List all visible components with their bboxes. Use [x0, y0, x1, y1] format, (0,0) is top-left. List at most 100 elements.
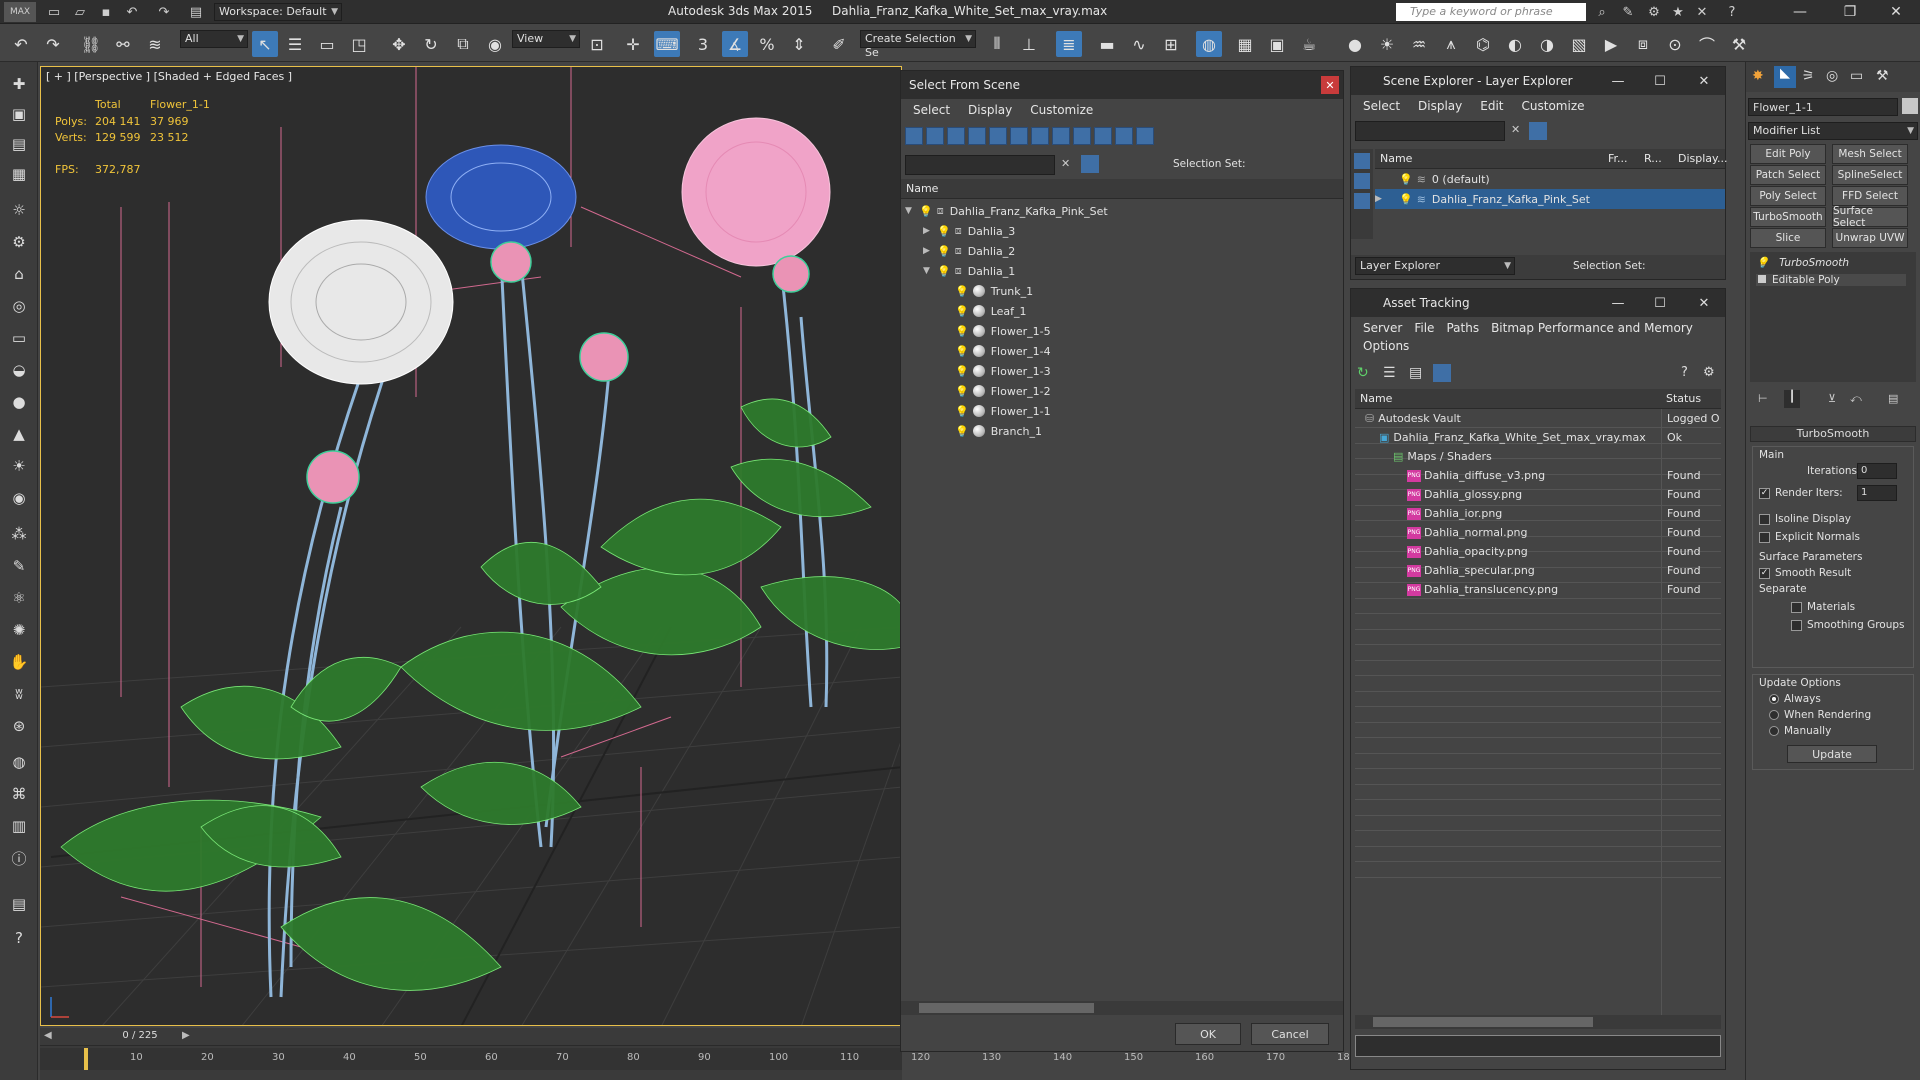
light-bulb-icon[interactable]: 💡: [1399, 193, 1413, 206]
vray-cam-icon[interactable]: ⊙: [1662, 31, 1688, 57]
pivot-icon[interactable]: ⊡: [584, 31, 610, 57]
sun-icon[interactable]: ☀: [6, 454, 32, 478]
move-icon[interactable]: ✥: [386, 31, 412, 57]
scene-tree-row[interactable]: ▶ 💡 ⧈ Dahlia_2: [923, 241, 1325, 261]
se-object-icon[interactable]: [1354, 193, 1370, 209]
angle-snap-icon[interactable]: ∡: [722, 31, 748, 57]
explicit-normals-checkbox[interactable]: Explicit Normals: [1759, 531, 1860, 543]
reference-coord-select[interactable]: View ▼: [512, 30, 580, 48]
modify-tab-icon[interactable]: ◣: [1774, 66, 1796, 88]
at-menu-paths[interactable]: Paths: [1446, 321, 1479, 335]
light-bulb-icon[interactable]: 💡: [1756, 257, 1769, 269]
time-next-icon[interactable]: ▶: [182, 1030, 190, 1041]
filter-helper-icon[interactable]: [989, 127, 1007, 145]
network-icon[interactable]: ⚛: [6, 586, 32, 610]
modifier-stack[interactable]: 💡 TurboSmooth Editable Poly: [1750, 252, 1916, 382]
se-menu-customize[interactable]: Customize: [1522, 99, 1585, 113]
info-icon[interactable]: ⓘ: [6, 846, 32, 870]
light-bulb-icon[interactable]: ☼: [6, 198, 32, 222]
asset-row[interactable]: PNG Dahlia_specular.png Found: [1355, 561, 1721, 580]
configure-sets-icon[interactable]: ▤: [1888, 392, 1898, 405]
modifier-button[interactable]: Patch Select: [1750, 165, 1826, 185]
help-icon[interactable]: ?: [1681, 365, 1688, 380]
asset-row[interactable]: PNG Dahlia_opacity.png Found: [1355, 542, 1721, 561]
redo-icon[interactable]: ↷: [40, 31, 66, 57]
tools-icon[interactable]: ✎: [1618, 2, 1638, 22]
modifier-button[interactable]: Mesh Select: [1832, 144, 1908, 164]
se-row-default[interactable]: 💡 ≋ 0 (default): [1375, 169, 1725, 189]
stack-item-editable-poly[interactable]: Editable Poly: [1756, 274, 1906, 286]
filter-geometry-icon[interactable]: [905, 127, 923, 145]
filter-light-icon[interactable]: [947, 127, 965, 145]
gear-icon[interactable]: ✺: [6, 618, 32, 642]
layer-manager-icon[interactable]: ≣: [1056, 31, 1082, 57]
turbosmooth-rollout-title[interactable]: TurboSmooth: [1750, 426, 1916, 442]
hand-icon[interactable]: ✋: [6, 650, 32, 674]
expand-arrow-icon[interactable]: ▼: [923, 266, 937, 276]
modifier-button[interactable]: FFD Select: [1832, 186, 1908, 206]
create-icon[interactable]: ✚: [6, 72, 32, 96]
light-bulb-icon[interactable]: 💡: [955, 405, 969, 418]
modifier-list-select[interactable]: Modifier List ▼: [1748, 122, 1918, 140]
filter-container-icon[interactable]: [1094, 127, 1112, 145]
perspective-viewport[interactable]: [40, 66, 902, 1026]
scale-icon[interactable]: ⧉: [450, 31, 476, 57]
utilities-tab-icon[interactable]: ⚒: [1876, 68, 1889, 84]
rope-icon[interactable]: ⊛: [6, 714, 32, 738]
hierarchy-icon[interactable]: ⌂: [6, 262, 32, 286]
expand-arrow-icon[interactable]: ▶: [923, 246, 937, 256]
scene-tree[interactable]: ▼ 💡 ⧈ Dahlia_Franz_Kafka_Pink_Set ▶ 💡 ⧈ Dahlia_…: [901, 201, 1343, 1031]
light-bulb-icon[interactable]: 💡: [955, 345, 969, 358]
keyboard-shortcut-icon[interactable]: ⌨: [654, 31, 680, 57]
at-menu-server[interactable]: Server: [1363, 321, 1402, 335]
modifier-button[interactable]: Slice: [1750, 228, 1826, 248]
at-col-status[interactable]: Status: [1661, 389, 1721, 409]
scene-tree-row[interactable]: 💡 Flower_1-5: [941, 321, 1325, 341]
snap-toggle-icon[interactable]: 3: [690, 31, 716, 57]
at-menu-file[interactable]: File: [1414, 321, 1434, 335]
make-unique-icon[interactable]: ⊻: [1828, 392, 1836, 405]
modifier-button[interactable]: SplineSelect: [1832, 165, 1908, 185]
binoculars-icon[interactable]: ⌕: [1592, 2, 1612, 22]
rendered-frame-icon[interactable]: ▣: [1264, 31, 1290, 57]
always-radio[interactable]: Always: [1769, 693, 1821, 705]
se-hierarchy-icon[interactable]: [1354, 173, 1370, 189]
vray-sphere-icon[interactable]: ◐: [1502, 31, 1528, 57]
close-icon[interactable]: ✕: [1695, 294, 1713, 312]
table-view-icon[interactable]: [1433, 364, 1451, 382]
align-icon[interactable]: ⊥: [1016, 31, 1042, 57]
link-icon[interactable]: ⛓: [78, 31, 104, 57]
tree-icon[interactable]: ▤: [1409, 365, 1422, 381]
vray-plane-icon[interactable]: ⩚: [1438, 31, 1464, 57]
smooth-result-checkbox[interactable]: ✓ Smooth Result: [1759, 567, 1851, 579]
cancel-button[interactable]: Cancel: [1251, 1023, 1329, 1045]
vray-fb-icon[interactable]: ▧: [1566, 31, 1592, 57]
time-slider[interactable]: ◀ 0 / 225 ▶: [40, 1028, 902, 1046]
find-filter-icon[interactable]: [1081, 155, 1099, 173]
stack-item-turbosmooth[interactable]: 💡 TurboSmooth: [1756, 256, 1849, 269]
vray-light-icon[interactable]: ●: [1342, 31, 1368, 57]
asset-row[interactable]: ⛁ Autodesk Vault Logged O: [1355, 409, 1721, 428]
isoline-checkbox[interactable]: Isoline Display: [1759, 513, 1851, 525]
filter-frozen-icon[interactable]: [1115, 127, 1133, 145]
light-bulb-icon[interactable]: 💡: [937, 265, 951, 278]
show-end-result-icon[interactable]: ┃: [1784, 390, 1800, 408]
doc-icon[interactable]: ▤: [6, 892, 32, 916]
when-rendering-radio[interactable]: When Rendering: [1769, 709, 1871, 721]
se-col-display[interactable]: Display...: [1673, 149, 1727, 169]
asset-hscroll[interactable]: [1355, 1015, 1721, 1029]
menu-customize[interactable]: Customize: [1030, 103, 1093, 117]
named-selection-select[interactable]: Create Selection Se ▼: [860, 30, 976, 59]
vray-proxy-icon[interactable]: ⌬: [1470, 31, 1496, 57]
restore-icon[interactable]: ❐: [1830, 0, 1870, 24]
menu-display[interactable]: Display: [968, 103, 1012, 117]
minimize-icon[interactable]: —: [1780, 0, 1820, 24]
se-row-pink-set[interactable]: ▶ 💡 ≋ Dahlia_Franz_Kafka_Pink_Set: [1375, 189, 1725, 209]
clear-find-icon[interactable]: ✕: [1061, 157, 1070, 170]
viewport-label[interactable]: [ + ] [Perspective ] [Shaded + Edged Fac…: [46, 70, 292, 83]
expand-arrow-icon[interactable]: ▼: [905, 206, 919, 216]
render-setup-icon[interactable]: ▦: [1232, 31, 1258, 57]
vray-mtl-icon[interactable]: ◑: [1534, 31, 1560, 57]
at-menu-options[interactable]: Options: [1363, 339, 1409, 353]
undo-icon[interactable]: ↶: [8, 31, 34, 57]
